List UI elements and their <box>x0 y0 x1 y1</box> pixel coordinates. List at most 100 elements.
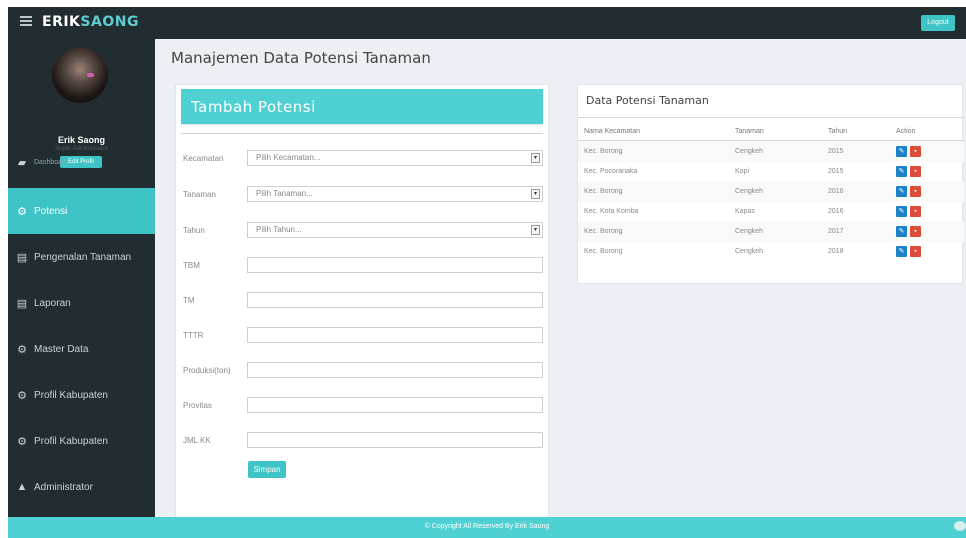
copyright-text: © Copyright All Reserved By Erik Saong <box>424 523 550 530</box>
tanaman-select[interactable]: Pilih Tanaman... ▾ <box>247 186 543 202</box>
table-row: Kec. Borong Cengkeh 2017 ✎ ▪ <box>578 222 964 242</box>
table-row: Kec. Borong Cengkeh 2018 ✎ ▪ <box>578 242 964 262</box>
sidebar-item-label: Master Data <box>34 343 89 355</box>
delete-icon[interactable]: ▪ <box>910 166 921 177</box>
cell-tanaman: Cengkeh <box>735 148 764 155</box>
cell-tanaman: Kapas <box>735 208 755 215</box>
sidebar-item-pengenalan-tanaman[interactable]: ▤ Pengenalan Tanaman <box>8 237 155 277</box>
sidebar-item-label: Administrator <box>34 481 93 493</box>
book-icon: ▤ <box>16 297 28 310</box>
table-title: Data Potensi Tanaman <box>586 94 709 107</box>
cell-tahun: 2017 <box>828 228 844 235</box>
delete-icon[interactable]: ▪ <box>910 186 921 197</box>
tttr-label: TTTR <box>183 331 204 340</box>
cogs-icon: ⚙ <box>17 343 27 356</box>
cell-kecamatan: Kec. Borong <box>584 228 623 235</box>
book-icon: ▤ <box>16 251 28 264</box>
divider <box>578 140 964 141</box>
tttr-input[interactable] <box>247 327 543 343</box>
sidebar-item-profil-kabupaten-2[interactable]: ⚙ Profil Kabupaten <box>8 421 155 461</box>
sidebar-item-profil-kabupaten[interactable]: ⚙ Profil Kabupaten <box>8 375 155 415</box>
column-header-kecamatan: Nama Kecamatan <box>584 128 641 135</box>
delete-icon[interactable]: ▪ <box>910 146 921 157</box>
edit-icon[interactable]: ✎ <box>896 226 907 237</box>
hamburger-menu-icon[interactable] <box>20 16 32 26</box>
chevron-down-icon: ▾ <box>531 225 540 235</box>
sidebar-item-label: Dashboard <box>34 158 69 166</box>
jml-kk-input[interactable] <box>247 432 543 448</box>
tm-input[interactable] <box>247 292 543 308</box>
delete-icon[interactable]: ▪ <box>910 246 921 257</box>
form-title: Tambah Potensi <box>191 98 316 116</box>
cogs-icon: ⚙ <box>17 205 27 218</box>
brand-logo[interactable]: ERIKSAONG <box>42 14 139 30</box>
edit-icon[interactable]: ✎ <box>896 206 907 217</box>
delete-icon[interactable]: ▪ <box>910 226 921 237</box>
produksi-label: Produksi(ton) <box>183 366 231 375</box>
cell-tanaman: Cengkeh <box>735 248 764 255</box>
tbm-input[interactable] <box>247 257 543 273</box>
cell-tahun: 2015 <box>828 168 844 175</box>
page-title: Manajemen Data Potensi Tanaman <box>171 49 431 67</box>
tm-label: TM <box>183 296 195 305</box>
kecamatan-label: Kecamatan <box>183 154 224 163</box>
cell-tanaman: Cengkeh <box>735 188 764 195</box>
divider <box>181 133 543 134</box>
user-icon: ▲ <box>16 481 28 493</box>
cell-tahun: 2016 <box>828 208 844 215</box>
avatar <box>52 47 108 103</box>
brand-part-2: SAONG <box>80 14 139 30</box>
user-role: Super Administrator <box>55 146 108 152</box>
save-button[interactable]: Simpan <box>248 461 286 478</box>
sidebar-item-label: Laporan <box>34 297 71 309</box>
sidebar-item-label: Profil Kabupaten <box>34 389 108 401</box>
cell-kecamatan: Kec. Pocoranaka <box>584 168 638 175</box>
sidebar-item-master-data[interactable]: ⚙ Master Data <box>8 329 155 369</box>
column-header-tahun: Tahun <box>828 128 848 135</box>
form-header: Tambah Potensi <box>181 89 543 125</box>
kecamatan-select[interactable]: Pilih Kecamatan... ▾ <box>247 150 543 166</box>
edit-icon[interactable]: ✎ <box>896 146 907 157</box>
sidebar-item-laporan[interactable]: ▤ Laporan <box>8 283 155 323</box>
main-content: Manajemen Data Potensi Tanaman Tambah Po… <box>155 39 966 538</box>
cell-kecamatan: Kec. Borong <box>584 248 623 255</box>
dashboard-icon: ▰ <box>17 156 27 169</box>
edit-icon[interactable]: ✎ <box>896 246 907 257</box>
provitas-input[interactable] <box>247 397 543 413</box>
chat-icon[interactable] <box>954 521 966 531</box>
add-potensi-form: Tambah Potensi Kecamatan Pilih Kecamatan… <box>175 84 549 538</box>
tanaman-select-value: Pilih Tanaman... <box>256 189 313 198</box>
edit-icon[interactable]: ✎ <box>896 166 907 177</box>
cogs-icon: ⚙ <box>17 435 27 448</box>
tahun-select-value: Pilih Tahun... <box>256 225 302 234</box>
divider <box>578 117 964 118</box>
cell-tanaman: Cengkeh <box>735 228 764 235</box>
cell-tahun: 2016 <box>828 188 844 195</box>
delete-icon[interactable]: ▪ <box>910 206 921 217</box>
sidebar-item-administrator[interactable]: ▲ Administrator <box>8 467 155 507</box>
sidebar-item-label: Pengenalan Tanaman <box>34 251 132 263</box>
edit-icon[interactable]: ✎ <box>896 186 907 197</box>
chevron-down-icon: ▾ <box>531 189 540 199</box>
table-row: Kec. Borong Cengkeh 2016 ✎ ▪ <box>578 182 964 202</box>
kecamatan-select-value: Pilih Kecamatan... <box>256 153 321 162</box>
sidebar-item-dashboard[interactable]: ▰ Dashboard <box>8 154 155 170</box>
cogs-icon: ⚙ <box>17 389 27 402</box>
chevron-down-icon: ▾ <box>531 153 540 163</box>
cell-tahun: 2015 <box>828 148 844 155</box>
potensi-table-panel: Data Potensi Tanaman Nama Kecamatan Tana… <box>577 84 964 284</box>
table-row: Kec. Pocoranaka Kopi 2015 ✎ ▪ <box>578 162 964 182</box>
table-row: Kec. Borong Cengkeh 2015 ✎ ▪ <box>578 142 964 162</box>
sidebar: Erik Saong Super Administrator Edit Prof… <box>8 39 155 517</box>
tahun-select[interactable]: Pilih Tahun... ▾ <box>247 222 543 238</box>
logout-button[interactable]: Logout <box>921 15 955 31</box>
sidebar-item-label: Potensi <box>34 205 68 217</box>
cell-kecamatan: Kec. Borong <box>584 148 623 155</box>
column-header-tanaman: Tanaman <box>735 128 764 135</box>
table-row: Kec. Kota Komba Kapas 2016 ✎ ▪ <box>578 202 964 222</box>
cell-kecamatan: Kec. Kota Komba <box>584 208 639 215</box>
produksi-input[interactable] <box>247 362 543 378</box>
sidebar-item-potensi[interactable]: ⚙ Potensi <box>8 188 155 234</box>
sidebar-item-label: Profil Kabupaten <box>34 435 108 447</box>
top-navbar: ERIKSAONG Logout <box>8 7 966 39</box>
